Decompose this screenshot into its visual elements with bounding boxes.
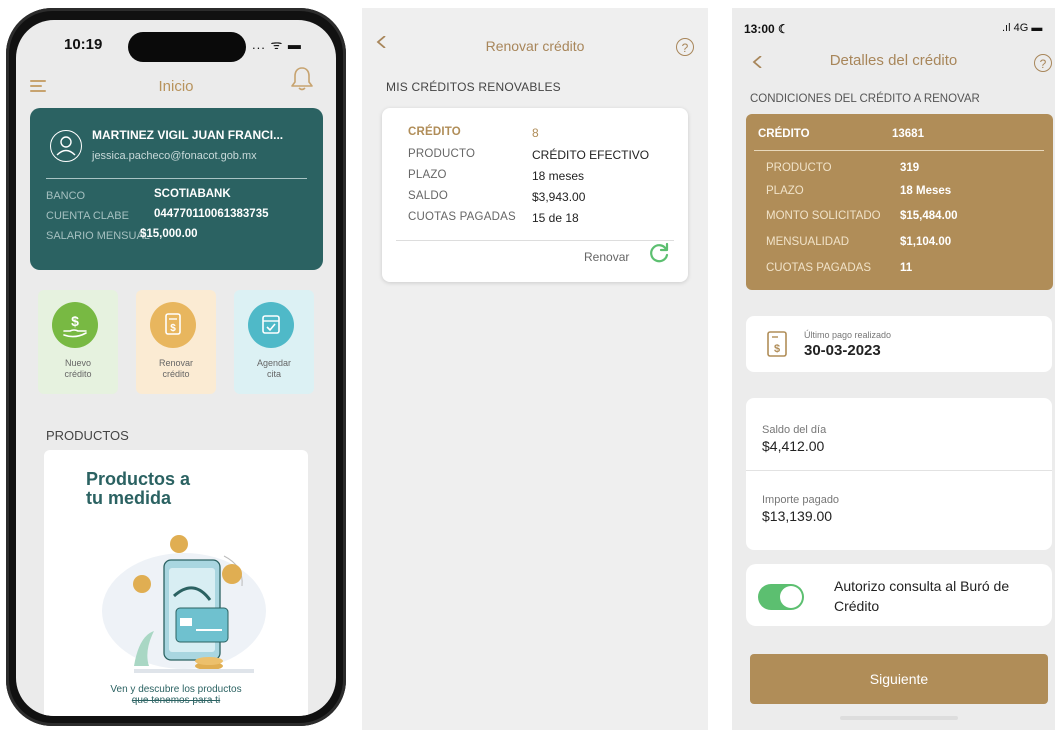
divider [754, 150, 1044, 151]
siguiente-button[interactable]: Siguiente [750, 654, 1048, 704]
renovar-button[interactable]: Renovar [584, 250, 629, 264]
salary-label: SALARIO MENSUAL [46, 230, 150, 242]
paid-installments-value: 15 de 18 [532, 211, 579, 225]
balance-card: Saldo del día $4,412.00 Importe pagado $… [746, 398, 1052, 550]
bank-value: SCOTIABANK [154, 188, 231, 200]
document-dollar-icon: $ [165, 313, 181, 335]
requested-amount-value: $15,484.00 [900, 210, 958, 222]
paid-installments-label: CUOTAS PAGADAS [408, 211, 516, 223]
status-time: 10:19 [64, 36, 103, 53]
tile-nuevo-credito[interactable]: $ Nuevo crédito [38, 290, 118, 394]
product-label: PRODUCTO [766, 162, 832, 174]
tile-label-line1: Agendar [256, 358, 292, 368]
account-name: MARTINEZ VIGIL JUAN FRANCI... [92, 128, 284, 142]
tile-label-line2: crédito [162, 369, 190, 379]
banner-caption: Ven y descubre los productos que tenemos… [110, 684, 242, 706]
page-title: Detalles del crédito [829, 52, 958, 69]
banner-title: Productos a tu medida [86, 469, 191, 508]
paid-installments-value: 11 [900, 262, 913, 274]
amount-paid-value: $13,139.00 [762, 508, 833, 524]
calendar-check-icon [262, 315, 280, 334]
tile-label-line1: Nuevo [64, 358, 91, 368]
authorization-toggle[interactable] [758, 584, 804, 610]
paid-installments-label: CUOTAS PAGADAS [766, 262, 872, 274]
page-title: Renovar crédito [485, 38, 585, 54]
daily-balance-value: $4,412.00 [762, 438, 825, 454]
hand-dollar-icon: $ [63, 313, 87, 338]
tile-agendar-cita[interactable]: Agendar cita [234, 290, 314, 394]
detalles-credito-screen: 13:00 ☾ .ıl 4G ▬ Detalles del crédito ? … [732, 8, 1055, 730]
renewable-credit-card[interactable]: CRÉDITO 8 PRODUCTO CRÉDITO EFECTIVO PLAZ… [382, 108, 688, 282]
clabe-label: CUENTA CLABE [46, 210, 129, 222]
help-icon[interactable]: ? [1034, 54, 1052, 72]
tile-renovar-credito[interactable]: $ Renovar crédito [136, 290, 216, 394]
status-time: 13:00 ☾ [744, 22, 789, 36]
home-indicator [840, 716, 958, 720]
svg-text:$: $ [170, 323, 176, 334]
toggle-knob [780, 586, 802, 608]
bank-label: BANCO [46, 190, 86, 202]
daily-balance-label: Saldo del día [762, 424, 827, 436]
term-value: 18 Meses [900, 185, 952, 197]
credit-conditions-card: CRÉDITO 13681 PRODUCTO 319 PLAZO 18 Mese… [746, 114, 1053, 290]
bureau-authorization: Autorizo consulta al Buró de Crédito [746, 564, 1052, 626]
term-label: PLAZO [408, 169, 447, 181]
refresh-icon[interactable] [648, 242, 670, 264]
balance-value: $3,943.00 [532, 190, 586, 204]
products-banner[interactable]: Productos a tu medida Ven y descubre los… [44, 450, 308, 716]
user-icon [50, 130, 82, 162]
tile-label-line1: Renovar [158, 358, 194, 368]
balance-label: SALDO [408, 190, 448, 202]
salary-value: $15,000.00 [140, 228, 198, 240]
credit-label: CRÉDITO [758, 128, 810, 140]
status-icons: ... ᯤ ▬ [252, 37, 302, 52]
bell-icon[interactable] [290, 66, 314, 92]
receipt-dollar-icon: $ [767, 331, 787, 357]
home-screen: 10:19 ... ᯤ ▬ Inicio MARTINEZ VIGIL JUAN… [16, 20, 336, 716]
credit-label: CRÉDITO [408, 126, 461, 138]
credit-value: 8 [532, 126, 539, 140]
divider [46, 178, 307, 179]
renovar-credito-screen: Renovar crédito ? MIS CRÉDITOS RENOVABLE… [362, 8, 708, 730]
svg-text:$: $ [774, 343, 780, 355]
help-icon[interactable]: ? [676, 38, 694, 56]
status-icons: .ıl 4G ▬ [1002, 22, 1043, 34]
clabe-value: 044770110061383735 [154, 208, 269, 220]
product-label: PRODUCTO [408, 148, 476, 160]
svg-text:$: $ [71, 313, 79, 329]
section-title: MIS CRÉDITOS RENOVABLES [386, 80, 561, 94]
credit-value: 13681 [892, 128, 924, 140]
phone-card-illustration [102, 535, 266, 673]
requested-amount-label: MONTO SOLICITADO [766, 210, 881, 222]
divider [396, 240, 674, 241]
account-card: MARTINEZ VIGIL JUAN FRANCI... jessica.pa… [30, 108, 323, 270]
divider [746, 470, 1052, 471]
authorization-label: Autorizo consulta al Buró de Crédito [834, 578, 1010, 614]
tile-label-line2: cita [266, 369, 281, 379]
page-title: Inicio [158, 78, 194, 95]
last-payment-value: 30-03-2023 [804, 342, 881, 359]
monthly-payment-value: $1,104.00 [900, 236, 952, 248]
product-value: 319 [900, 162, 920, 174]
monthly-payment-label: MENSUALIDAD [766, 236, 850, 248]
term-value: 18 meses [532, 169, 585, 183]
product-value: CRÉDITO EFECTIVO [532, 148, 650, 162]
section-title: CONDICIONES DEL CRÉDITO A RENOVAR [750, 93, 980, 105]
last-payment-card: $ Último pago realizado 30-03-2023 [746, 316, 1052, 372]
term-label: PLAZO [766, 185, 804, 197]
dynamic-island [128, 32, 246, 62]
amount-paid-label: Importe pagado [762, 494, 840, 506]
account-email: jessica.pacheco@fonacot.gob.mx [92, 150, 257, 162]
products-section-label: PRODUCTOS [46, 428, 129, 443]
last-payment-label: Último pago realizado [804, 330, 892, 340]
tile-label-line2: crédito [64, 369, 92, 379]
